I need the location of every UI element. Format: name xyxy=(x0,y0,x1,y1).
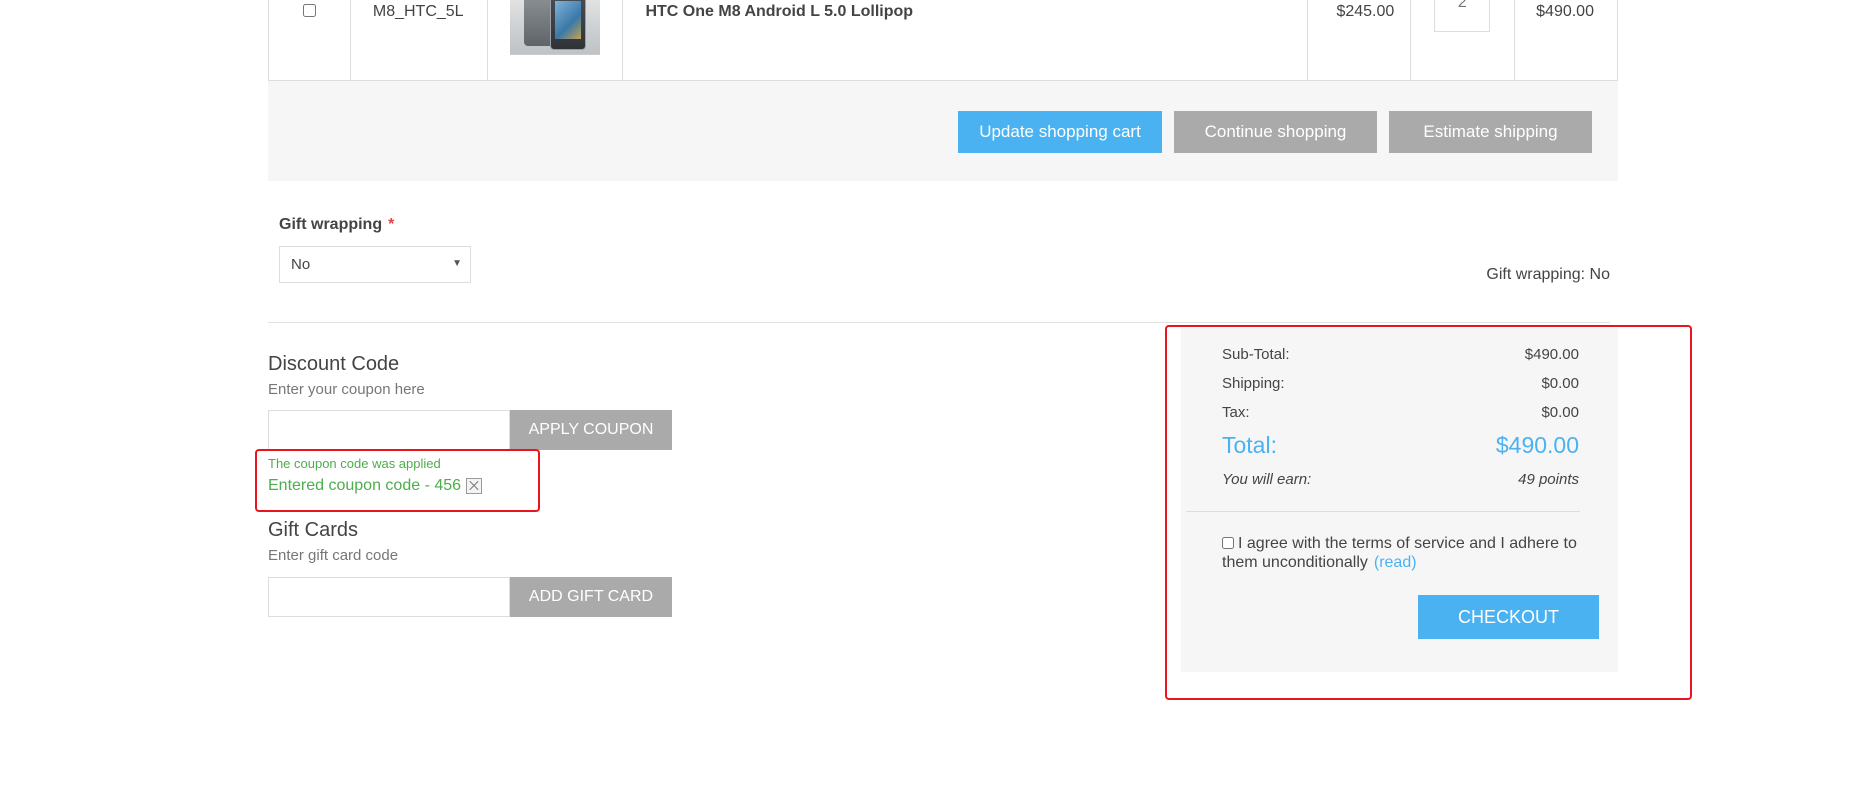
required-mark: * xyxy=(388,216,395,233)
coupon-highlight-box xyxy=(255,449,540,512)
quantity-cell: 2 xyxy=(1411,0,1516,80)
unit-price-cell: $245.00 xyxy=(1308,0,1412,80)
cart-buttons-bar: Update shopping cart Continue shopping E… xyxy=(268,81,1618,181)
coupon-code-input[interactable] xyxy=(268,410,510,450)
gift-cards-hint: Enter gift card code xyxy=(268,547,399,564)
section-divider xyxy=(268,322,1610,323)
discount-code-hint: Enter your coupon here xyxy=(268,381,425,398)
gift-cards-title: Gift Cards xyxy=(268,519,359,541)
totals-highlight-box xyxy=(1165,325,1692,700)
add-gift-card-button[interactable]: ADD GIFT CARD xyxy=(510,577,672,617)
line-total-cell: $490.00 xyxy=(1515,0,1617,80)
gift-card-input[interactable] xyxy=(268,577,510,617)
remove-cell xyxy=(269,0,351,80)
shopping-cart-page: M8_HTC_5L HTC One M8 Android L 5.0 Lolli… xyxy=(0,0,1860,802)
continue-shopping-button[interactable]: Continue shopping xyxy=(1174,111,1377,153)
gift-wrapping-selected-value: No xyxy=(291,256,311,273)
sku-cell: M8_HTC_5L xyxy=(351,0,488,80)
discount-code-title: Discount Code xyxy=(268,353,400,375)
line-total: $490.00 xyxy=(1536,3,1594,20)
gift-wrapping-label-text: Gift wrapping xyxy=(279,216,383,233)
product-image[interactable] xyxy=(509,0,600,55)
unit-price: $245.00 xyxy=(1336,3,1395,20)
apply-coupon-button[interactable]: APPLY COUPON xyxy=(510,410,672,450)
gift-wrapping-label: Gift wrapping * xyxy=(279,216,394,234)
gift-wrapping-select[interactable]: No ▼ xyxy=(279,246,471,283)
phone-front-image xyxy=(549,0,586,50)
sku-text: M8_HTC_5L xyxy=(372,3,464,20)
estimate-shipping-button[interactable]: Estimate shipping xyxy=(1389,111,1592,153)
remove-checkbox[interactable] xyxy=(303,4,316,17)
product-name-cell: HTC One M8 Android L 5.0 Lollipop xyxy=(623,0,1309,80)
chevron-down-icon: ▼ xyxy=(452,258,462,269)
cart-table-row: M8_HTC_5L HTC One M8 Android L 5.0 Lolli… xyxy=(268,0,1618,81)
gift-wrapping-summary: Gift wrapping: No xyxy=(1486,266,1610,283)
picture-cell xyxy=(488,0,624,80)
phone-screen xyxy=(554,1,581,39)
product-name-link[interactable]: HTC One M8 Android L 5.0 Lollipop xyxy=(645,3,913,21)
update-cart-button[interactable]: Update shopping cart xyxy=(958,111,1162,153)
quantity-input[interactable]: 2 xyxy=(1434,0,1491,32)
